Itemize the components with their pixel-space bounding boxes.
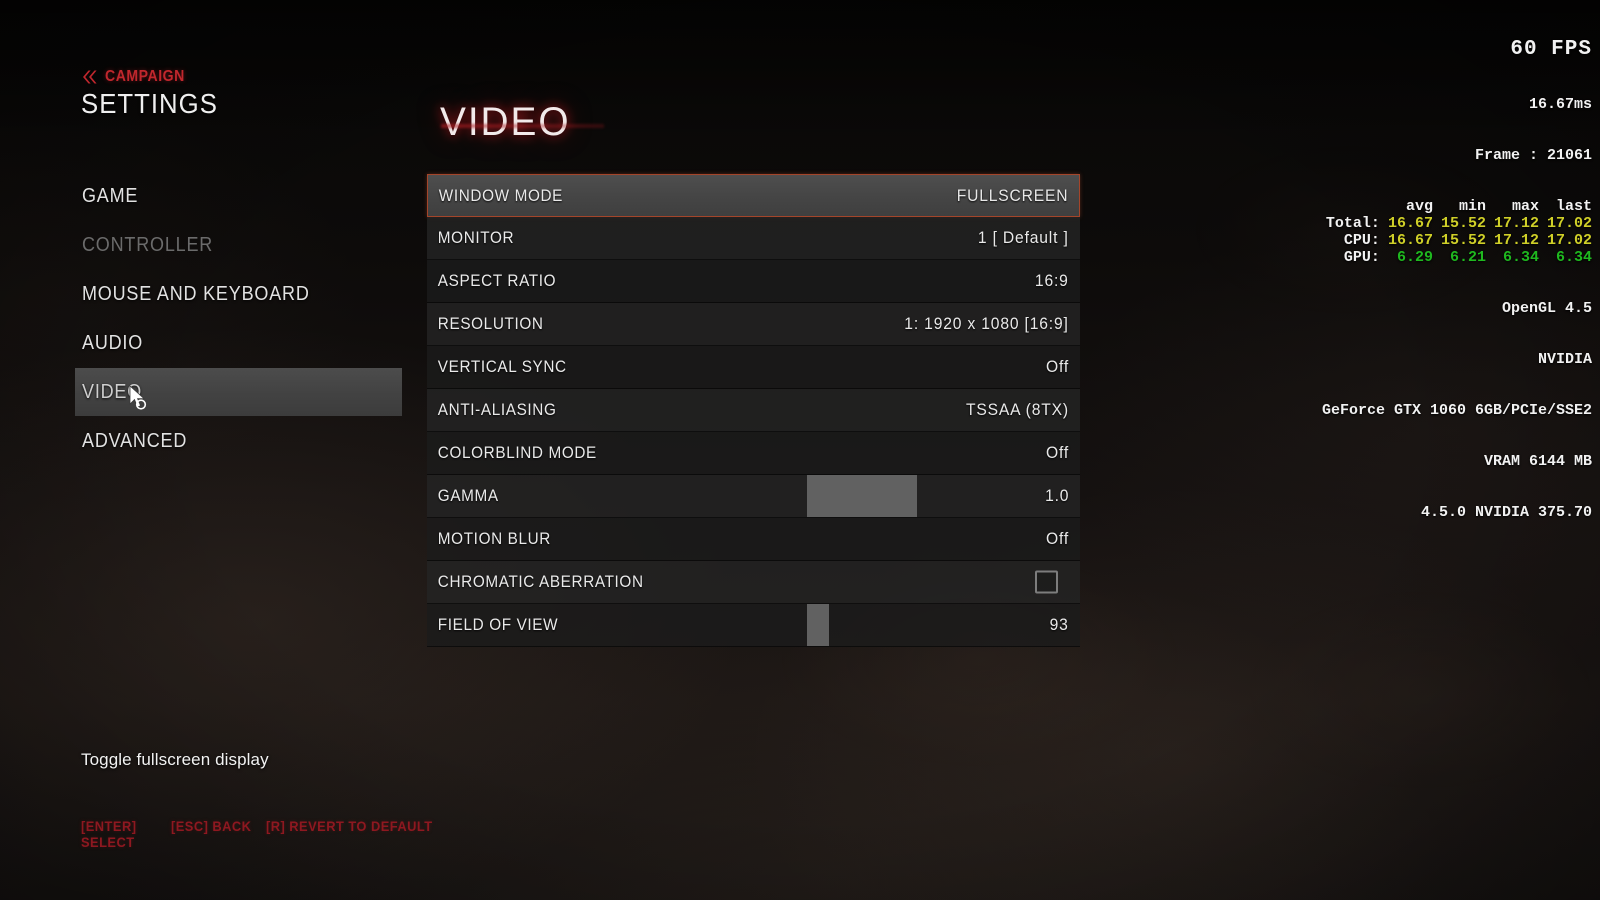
graphics-api: OpenGL 4.5 bbox=[1501, 300, 1592, 317]
setting-row-monitor[interactable]: MONITOR 1 [ Default ] bbox=[427, 217, 1080, 260]
setting-label: GAMMA bbox=[437, 486, 499, 505]
perf-stat-row: CPU: 16.67 15.52 17.12 17.02 bbox=[1326, 232, 1592, 249]
perf-value-avg: 16.67 bbox=[1387, 215, 1433, 232]
setting-row-chromatic-aberration[interactable]: CHROMATIC ABERRATION bbox=[427, 561, 1080, 604]
page-title: SETTINGS bbox=[81, 88, 218, 119]
perf-value-min: 15.52 bbox=[1440, 215, 1486, 232]
perf-column-header: avg bbox=[1405, 198, 1433, 215]
setting-label: FIELD OF VIEW bbox=[437, 615, 559, 634]
breadcrumb-label: CAMPAIGN bbox=[105, 68, 185, 85]
setting-value: 1.0 bbox=[1044, 486, 1069, 505]
perf-value-last: 17.02 bbox=[1546, 232, 1592, 249]
setting-label: COLORBLIND MODE bbox=[437, 443, 597, 462]
perf-value-avg: 16.67 bbox=[1387, 232, 1433, 249]
perf-column-header: min bbox=[1458, 198, 1486, 215]
sidebar-item-audio[interactable]: AUDIO bbox=[75, 319, 395, 367]
perf-row-label: GPU: bbox=[1343, 249, 1380, 266]
performance-overlay: 60 FPS 16.67ms Frame : 21061 avg min max la… bbox=[1322, 4, 1592, 555]
setting-label: MOTION BLUR bbox=[437, 529, 551, 548]
sidebar-item-video[interactable]: VIDEO bbox=[75, 368, 402, 416]
setting-row-field-of-view[interactable]: FIELD OF VIEW 93 bbox=[427, 604, 1080, 647]
setting-label: RESOLUTION bbox=[437, 314, 544, 333]
panel-title-underline bbox=[441, 124, 604, 128]
setting-value: Off bbox=[1045, 529, 1069, 548]
setting-value: 16:9 bbox=[1035, 271, 1069, 290]
setting-value: 1: 1920 x 1080 [16:9] bbox=[904, 314, 1069, 333]
sidebar-item-label: AUDIO bbox=[82, 331, 144, 354]
setting-value: 1 [ Default ] bbox=[978, 228, 1069, 247]
perf-value-max: 17.12 bbox=[1493, 232, 1539, 249]
sidebar-item-game[interactable]: GAME bbox=[75, 172, 395, 220]
sidebar-item-controller: CONTROLLER bbox=[75, 221, 395, 269]
setting-row-motion-blur[interactable]: MOTION BLUR Off bbox=[427, 518, 1080, 561]
perf-stat-row: Total: 16.67 15.52 17.12 17.02 bbox=[1326, 215, 1592, 232]
setting-row-vertical-sync[interactable]: VERTICAL SYNC Off bbox=[427, 346, 1080, 389]
perf-value-max: 6.34 bbox=[1502, 249, 1539, 266]
gpu-vendor: NVIDIA bbox=[1537, 351, 1592, 368]
sidebar-item-mouse-and-keyboard[interactable]: MOUSE AND KEYBOARD bbox=[75, 270, 395, 318]
frame-counter: Frame : 21061 bbox=[1474, 147, 1592, 164]
fps-counter: 60 FPS bbox=[1510, 38, 1592, 61]
perf-value-max: 17.12 bbox=[1493, 215, 1539, 232]
panel-title: VIDEO bbox=[440, 100, 571, 144]
key-hint[interactable]: [ENTER] SELECT bbox=[81, 818, 164, 850]
setting-value: Off bbox=[1045, 357, 1069, 376]
perf-column-header: max bbox=[1511, 198, 1539, 215]
double-chevron-left-icon bbox=[83, 70, 97, 84]
perf-row-label: CPU: bbox=[1343, 232, 1380, 249]
setting-value: Off bbox=[1045, 443, 1069, 462]
perf-column-header: last bbox=[1555, 198, 1592, 215]
breadcrumb[interactable]: CAMPAIGN bbox=[81, 68, 230, 86]
setting-row-aspect-ratio[interactable]: ASPECT RATIO 16:9 bbox=[427, 260, 1080, 303]
perf-value-avg: 6.29 bbox=[1396, 249, 1433, 266]
setting-value: TSSAA (8TX) bbox=[966, 400, 1069, 419]
setting-value: 93 bbox=[1049, 615, 1069, 634]
setting-description: Toggle fullscreen display bbox=[81, 750, 269, 769]
perf-value-min: 6.21 bbox=[1449, 249, 1486, 266]
setting-value: FULLSCREEN bbox=[956, 185, 1068, 205]
key-hint[interactable]: [ESC] BACK bbox=[171, 818, 258, 850]
sidebar-item-label: CONTROLLER bbox=[82, 233, 214, 256]
perf-header-row: avg min max last bbox=[1326, 198, 1592, 215]
key-hints-bar: [ENTER] SELECT [ESC] BACK [R] REVERT TO DE… bbox=[81, 818, 447, 850]
setting-label: ASPECT RATIO bbox=[437, 271, 557, 290]
driver-version: 4.5.0 NVIDIA 375.70 bbox=[1420, 504, 1592, 521]
setting-row-gamma[interactable]: GAMMA 1.0 bbox=[427, 475, 1080, 518]
perf-value-min: 15.52 bbox=[1440, 232, 1486, 249]
checkbox-unchecked[interactable] bbox=[1035, 570, 1058, 594]
perf-row-label: Total: bbox=[1325, 215, 1380, 232]
settings-list: WINDOW MODE FULLSCREEN MONITOR 1 [ Default … bbox=[427, 174, 1080, 647]
setting-row-resolution[interactable]: RESOLUTION 1: 1920 x 1080 [16:9] bbox=[427, 303, 1080, 346]
setting-label: VERTICAL SYNC bbox=[437, 357, 567, 376]
perf-value-last: 17.02 bbox=[1546, 215, 1592, 232]
setting-label: MONITOR bbox=[437, 228, 515, 247]
perf-stat-row: GPU: 6.29 6.21 6.34 6.34 bbox=[1326, 249, 1592, 266]
slider-fill[interactable] bbox=[807, 475, 917, 517]
settings-sidebar: GAME CONTROLLER MOUSE AND KEYBOARD AUDIO VID… bbox=[75, 172, 402, 466]
sidebar-item-label: VIDEO bbox=[82, 380, 143, 403]
sidebar-item-label: GAME bbox=[82, 184, 139, 207]
slider-fill[interactable] bbox=[807, 604, 829, 646]
setting-label: CHROMATIC ABERRATION bbox=[437, 572, 644, 591]
setting-label: WINDOW MODE bbox=[438, 185, 564, 205]
sidebar-item-label: ADVANCED bbox=[82, 429, 188, 452]
setting-label: ANTI-ALIASING bbox=[437, 400, 557, 419]
perf-stats-table: avg min max last Total: 16.67 15.52 17.12 17.02 C… bbox=[1326, 198, 1592, 266]
vram-info: VRAM 6144 MB bbox=[1483, 453, 1592, 470]
gpu-renderer: GeForce GTX 1060 6GB/PCIe/SSE2 bbox=[1321, 402, 1592, 419]
perf-value-last: 6.34 bbox=[1555, 249, 1592, 266]
settings-header: CAMPAIGN SETTINGS bbox=[81, 68, 230, 120]
key-hint[interactable]: [R] REVERT TO DEFAULT bbox=[266, 818, 433, 850]
setting-row-anti-aliasing[interactable]: ANTI-ALIASING TSSAA (8TX) bbox=[427, 389, 1080, 432]
sidebar-item-advanced[interactable]: ADVANCED bbox=[75, 417, 395, 465]
setting-row-window-mode[interactable]: WINDOW MODE FULLSCREEN bbox=[427, 174, 1080, 217]
sidebar-item-label: MOUSE AND KEYBOARD bbox=[82, 282, 310, 305]
setting-row-colorblind-mode[interactable]: COLORBLIND MODE Off bbox=[427, 432, 1080, 475]
frametime-value: 16.67ms bbox=[1528, 96, 1592, 113]
perf-header-spacer bbox=[1326, 198, 1380, 215]
